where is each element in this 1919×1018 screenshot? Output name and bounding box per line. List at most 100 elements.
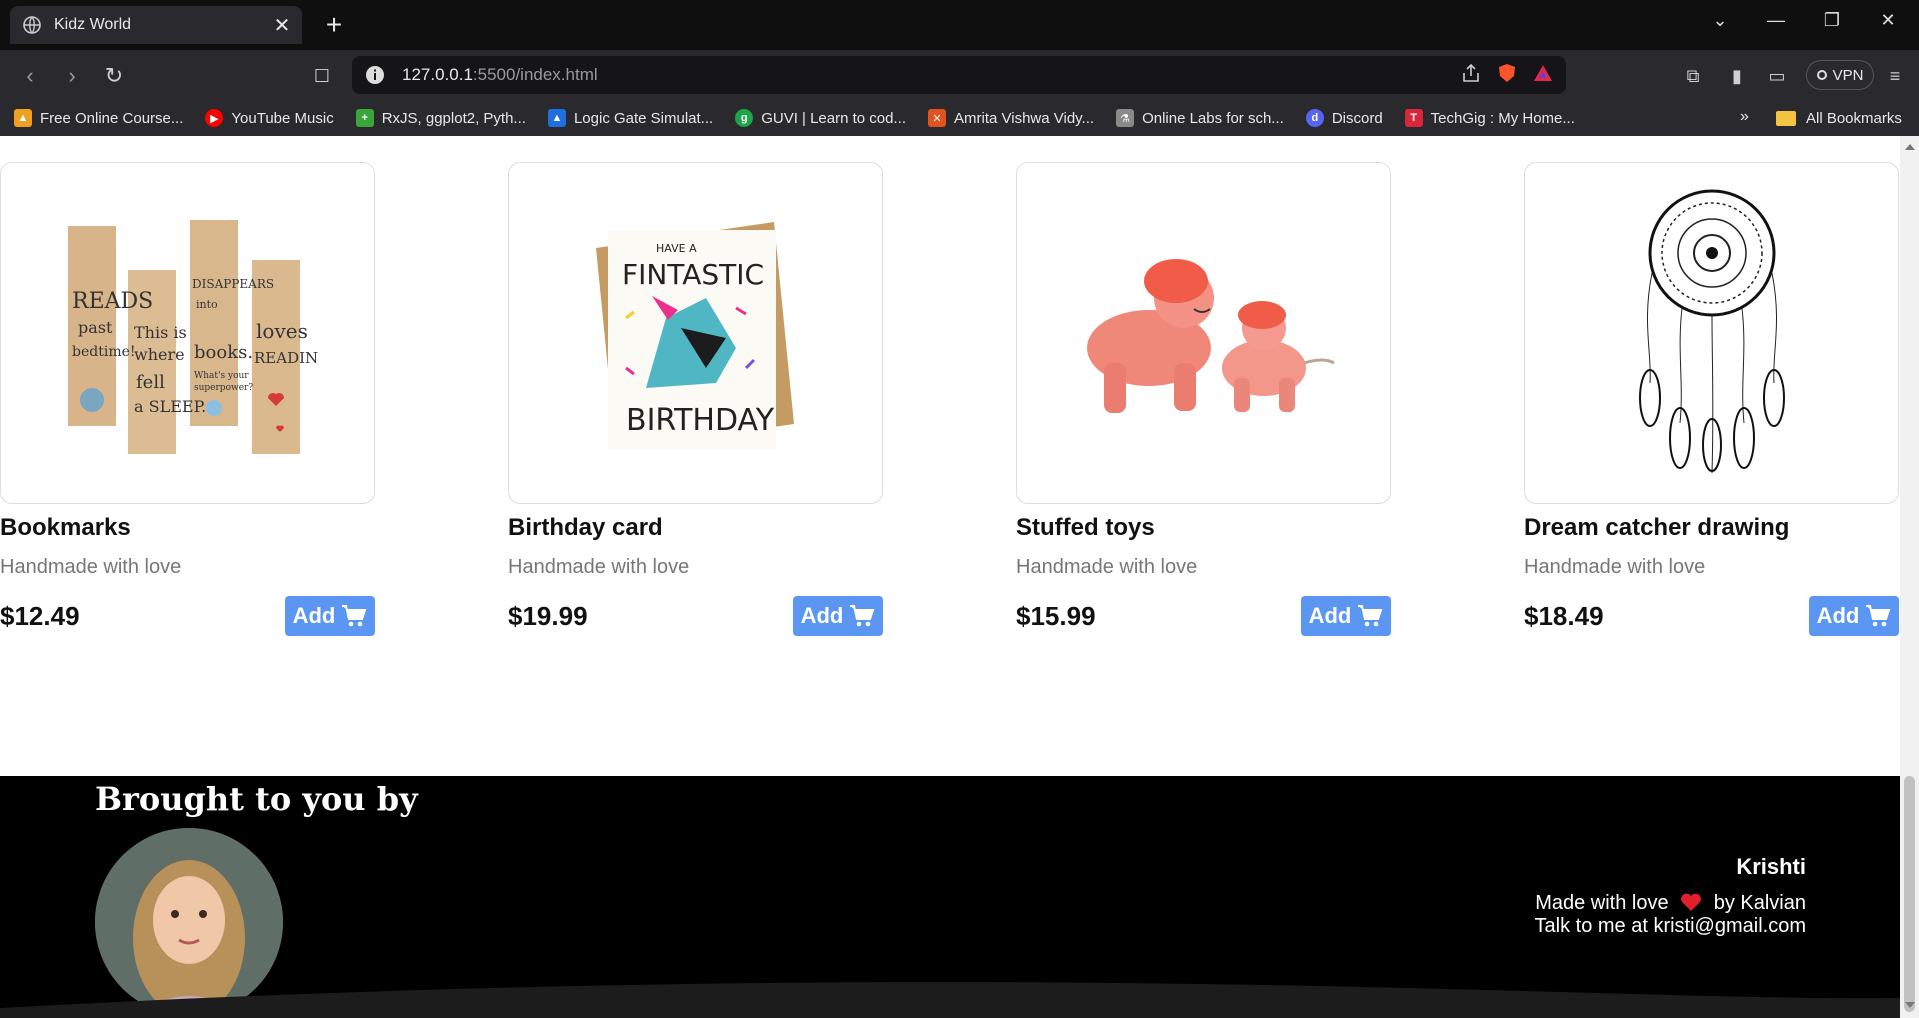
product-image: HAVE A FINTASTIC BIRTHDAY <box>508 162 883 504</box>
scroll-up-arrow-icon[interactable] <box>1905 144 1915 150</box>
address-bar[interactable]: 127.0.0.1:5500/index.html <box>352 56 1566 94</box>
bookmark-label: TechGig : My Home... <box>1430 109 1575 127</box>
site-footer: Brought to you by Krishti Made with love… <box>0 776 1900 1018</box>
brave-shield-icon[interactable] <box>1496 62 1518 84</box>
tab-search-icon[interactable]: ⌄ <box>1692 0 1748 40</box>
bookmark-item[interactable]: + RxJS, ggplot2, Pyth... <box>355 109 526 127</box>
made-with-text: Made with love <box>1535 892 1669 914</box>
share-icon[interactable] <box>1460 62 1482 84</box>
svg-text:What's your: What's your <box>194 371 249 381</box>
add-button-label: Add <box>292 603 336 628</box>
folder-icon <box>1776 110 1796 126</box>
birthday-card-illustration: HAVE A FINTASTIC BIRTHDAY <box>595 222 794 450</box>
page-scrollbar[interactable] <box>1900 136 1919 1018</box>
bookmarks-bar: ▲ Free Online Course... ▶ YouTube Music + R… <box>0 100 1919 136</box>
product-name: Birthday card <box>508 514 663 541</box>
course-icon: ▲ <box>14 109 32 127</box>
product-card: Stuffed toys Handmade with love $15.99 A… <box>1016 162 1391 636</box>
all-bookmarks-label: All Bookmarks <box>1806 109 1902 127</box>
product-card: HAVE A FINTASTIC BIRTHDAY Birthday card … <box>508 162 883 636</box>
bookmark-label: RxJS, ggplot2, Pyth... <box>381 109 526 127</box>
tab-title: Kidz World <box>54 16 132 33</box>
close-window-button[interactable]: ✕ <box>1860 0 1916 40</box>
techgig-icon: T <box>1404 109 1423 127</box>
product-card: READS past bedtime! This is where fell a SLEE… <box>0 162 375 636</box>
sidebar-icon[interactable]: ▮ <box>1724 63 1750 89</box>
bookmark-label: YouTube Music <box>231 109 334 127</box>
menu-icon[interactable]: ≡ <box>1882 63 1908 89</box>
restore-button[interactable]: ❐ <box>1804 0 1860 40</box>
product-price: $15.99 <box>1016 600 1096 631</box>
svg-text:superpower?: superpower? <box>194 383 253 393</box>
svg-text:FINTASTIC: FINTASTIC <box>622 258 764 291</box>
svg-text:books.: books. <box>194 342 253 363</box>
product-name: Stuffed toys <box>1016 514 1155 541</box>
page-viewport: READS past bedtime! This is where fell a SLEE… <box>0 136 1900 1018</box>
bookmark-item[interactable]: T TechGig : My Home... <box>1404 109 1575 127</box>
cart-icon <box>850 605 875 627</box>
wallet-icon[interactable]: ▭ <box>1764 63 1790 89</box>
dream-catcher-illustration <box>1638 189 1785 474</box>
footer-heading: Brought to you by <box>95 780 418 818</box>
forward-button[interactable]: › <box>56 60 88 92</box>
bookmark-label: Online Labs for sch... <box>1142 109 1284 127</box>
bookmark-item[interactable]: ▲ Logic Gate Simulat... <box>547 109 714 127</box>
svg-text:fell: fell <box>136 372 165 393</box>
bookmark-item[interactable]: ▲ Free Online Course... <box>14 109 183 127</box>
svg-text:where: where <box>134 345 185 364</box>
bookmark-item[interactable]: ▶ YouTube Music <box>205 109 334 127</box>
add-button-label: Add <box>1816 603 1860 628</box>
add-to-cart-button[interactable]: Add <box>285 596 375 636</box>
svg-text:READING: READING <box>254 349 318 367</box>
all-bookmarks-button[interactable]: All Bookmarks <box>1776 100 1902 136</box>
product-card: Dream catcher drawing Handmade with love… <box>1524 162 1899 636</box>
product-subtitle: Handmade with love <box>1524 556 1706 578</box>
vpn-button[interactable]: VPN <box>1806 60 1874 90</box>
product-price: $18.49 <box>1524 600 1604 631</box>
vpn-label: VPN <box>1832 66 1864 84</box>
svg-text:This is: This is <box>134 323 187 342</box>
add-to-cart-button[interactable]: Add <box>1301 596 1391 636</box>
bookmark-label: Logic Gate Simulat... <box>573 109 714 127</box>
bookmark-label: GUVI | Learn to cod... <box>761 109 906 127</box>
by-text: by Kalvian <box>1713 892 1806 914</box>
add-to-cart-button[interactable]: Add <box>1809 596 1899 636</box>
more-bookmarks-button[interactable]: » <box>1740 108 1749 126</box>
bookmarks-illustration: READS past bedtime! This is where fell a SLEE… <box>67 220 318 454</box>
contact-text: Talk to me at kristi@gmail.com <box>1534 915 1806 937</box>
brave-rewards-icon[interactable] <box>1532 62 1554 84</box>
stuffed-toys-illustration <box>1086 259 1335 413</box>
bookmark-item[interactable]: g GUVI | Learn to cod... <box>735 109 906 127</box>
bookmark-item[interactable]: ⚗ Online Labs for sch... <box>1116 109 1284 127</box>
flask-icon: ⚗ <box>1116 109 1135 127</box>
back-button[interactable]: ‹ <box>14 60 46 92</box>
browser-tab[interactable]: Kidz World ✕ <box>10 6 302 44</box>
cart-icon <box>1358 605 1383 627</box>
add-to-cart-button[interactable]: Add <box>793 596 883 636</box>
svg-text:a SLEEP.: a SLEEP. <box>134 397 206 416</box>
scroll-down-arrow-icon[interactable] <box>1905 1002 1915 1008</box>
close-tab-icon[interactable]: ✕ <box>268 11 296 39</box>
extensions-icon[interactable]: ⧉ <box>1680 63 1706 89</box>
svg-text:loves: loves <box>256 319 308 343</box>
bookmark-label: Amrita Vishwa Vidy... <box>954 109 1095 127</box>
svg-text:HAVE A: HAVE A <box>656 242 697 255</box>
add-button-label: Add <box>800 603 844 628</box>
browser-tab-strip: Kidz World ✕ + ⌄ — ❐ ✕ <box>0 0 1919 50</box>
svg-text:DISAPPEARS: DISAPPEARS <box>192 277 274 291</box>
product-image <box>1524 162 1899 504</box>
browser-toolbar: ‹ › ↻ ☐ 127.0.0.1:5500/index.html ⧉ ▮ ▭ … <box>0 50 1919 100</box>
bookmark-item[interactable]: ✕ Amrita Vishwa Vidy... <box>928 109 1094 127</box>
minimize-button[interactable]: — <box>1748 0 1804 40</box>
scrollbar-thumb[interactable] <box>1904 776 1915 1012</box>
reload-button[interactable]: ↻ <box>98 60 130 92</box>
globe-icon <box>23 16 41 34</box>
bookmark-page-icon[interactable]: ☐ <box>306 60 338 92</box>
logic-gate-icon: ▲ <box>547 109 566 127</box>
product-name: Bookmarks <box>0 514 131 541</box>
site-info-icon[interactable] <box>364 64 386 86</box>
product-price: $19.99 <box>508 600 588 631</box>
bookmark-item[interactable]: d Discord <box>1305 109 1383 127</box>
new-tab-button[interactable]: + <box>318 9 350 41</box>
heart-icon <box>1681 893 1702 911</box>
